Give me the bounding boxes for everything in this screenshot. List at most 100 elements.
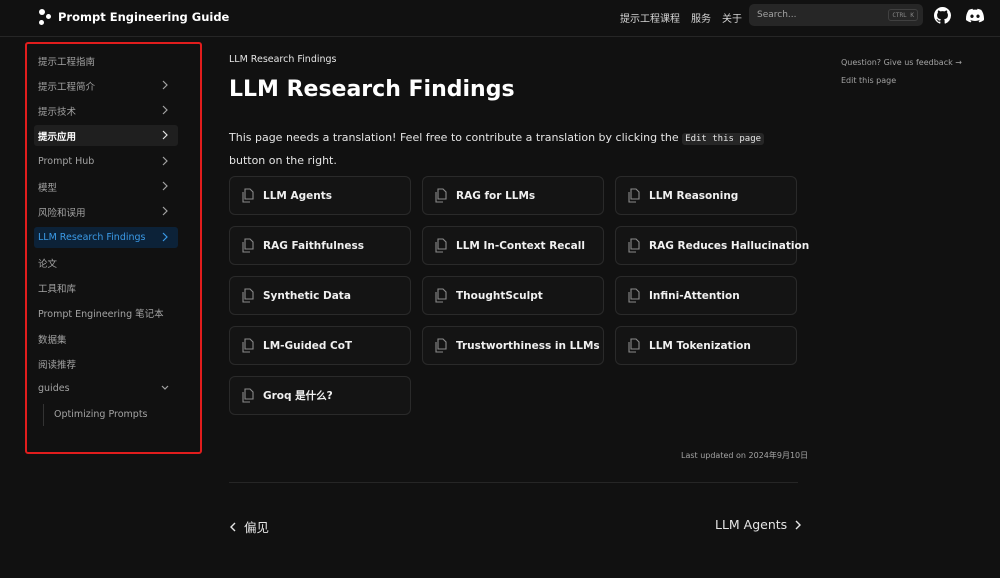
chevron-right-icon — [162, 232, 168, 242]
logo-icon — [38, 7, 52, 27]
card-link[interactable]: Groq 是什么? — [229, 376, 411, 415]
card-link[interactable]: LLM Agents — [229, 176, 411, 215]
chevron-right-icon — [162, 80, 168, 90]
document-icon — [628, 288, 640, 303]
sub-nav-divider — [43, 404, 44, 426]
document-icon — [242, 238, 254, 253]
sidebar-item-label: LLM Research Findings — [38, 232, 146, 243]
document-icon — [628, 338, 640, 353]
card-label: Trustworthiness in LLMs — [456, 339, 600, 352]
sidebar-item-label: 论文 — [38, 258, 58, 270]
card-label: ThoughtSculpt — [456, 289, 543, 302]
card-link[interactable]: RAG for LLMs — [422, 176, 604, 215]
notice-code: Edit this page — [682, 133, 765, 145]
discord-icon[interactable] — [966, 8, 984, 23]
sidebar-item-label: 风险和误用 — [38, 207, 86, 219]
last-updated: Last updated on 2024年9月10日 — [681, 451, 809, 460]
document-icon — [628, 188, 640, 203]
nav-link-services[interactable]: 服务 — [691, 10, 711, 25]
top-navbar: Prompt Engineering Guide 提示工程课程 服务 关于 Se… — [0, 0, 1000, 37]
card-link[interactable]: LLM In-Context Recall — [422, 226, 604, 265]
sidebar-item-notebooks[interactable]: Prompt Engineering 笔记本 — [34, 302, 178, 323]
search-input[interactable]: Search... CTRL K — [749, 4, 923, 26]
card-label: Synthetic Data — [263, 289, 351, 302]
sidebar-item-label: 提示工程简介 — [38, 81, 96, 93]
card-link[interactable]: ThoughtSculpt — [422, 276, 604, 315]
sidebar-item-papers[interactable]: 论文 — [34, 252, 178, 273]
card-link[interactable]: Trustworthiness in LLMs — [422, 326, 604, 365]
sidebar-item-intro[interactable]: 提示工程简介 — [34, 75, 178, 96]
sidebar-nav: 提示工程指南 提示工程简介 提示技术 提示应用 Prompt Hub 模型 风险… — [25, 42, 202, 454]
search-shortcut-badge: CTRL K — [888, 9, 918, 21]
document-icon — [435, 288, 447, 303]
document-icon — [242, 338, 254, 353]
sidebar-item-tools[interactable]: 工具和库 — [34, 277, 178, 298]
logo-text: Prompt Engineering Guide — [58, 10, 230, 24]
breadcrumb: LLM Research Findings — [229, 54, 337, 65]
sidebar-item-readings[interactable]: 阅读推荐 — [34, 353, 178, 374]
card-label: RAG Faithfulness — [263, 239, 364, 252]
sidebar-item-label: 工具和库 — [38, 283, 77, 295]
page-title: LLM Research Findings — [229, 77, 515, 102]
search-placeholder: Search... — [757, 10, 797, 20]
sidebar-item-label: 阅读推荐 — [38, 359, 77, 371]
sidebar-item-label: Optimizing Prompts — [54, 409, 148, 420]
sidebar-item-models[interactable]: 模型 — [34, 176, 178, 197]
toc-panel: Question? Give us feedback → Edit this p… — [841, 54, 962, 90]
document-icon — [628, 238, 640, 253]
card-link[interactable]: RAG Faithfulness — [229, 226, 411, 265]
card-label: LLM Agents — [263, 189, 332, 202]
card-label: RAG Reduces Hallucination — [649, 239, 810, 252]
chevron-right-icon — [162, 105, 168, 115]
notice-text: button on the right. — [229, 154, 337, 167]
chevron-down-icon — [161, 385, 169, 390]
nav-link-course[interactable]: 提示工程课程 — [620, 10, 680, 25]
document-icon — [242, 388, 254, 403]
sidebar-item-applications[interactable]: 提示应用 — [34, 125, 178, 146]
prev-page-link[interactable]: 偏见 — [229, 517, 269, 536]
card-link[interactable]: LLM Tokenization — [615, 326, 797, 365]
sidebar-item-prompt-hub[interactable]: Prompt Hub — [34, 151, 178, 172]
chevron-right-icon — [162, 156, 168, 166]
sidebar-item-label: 提示技术 — [38, 106, 77, 118]
sidebar-item-label: 数据集 — [38, 334, 67, 346]
github-icon[interactable] — [934, 7, 951, 24]
chevron-right-icon — [162, 181, 168, 191]
document-icon — [242, 288, 254, 303]
card-label: LM-Guided CoT — [263, 339, 353, 352]
edit-page-link[interactable]: Edit this page — [841, 72, 962, 90]
document-icon — [435, 338, 447, 353]
sidebar-item-guide[interactable]: 提示工程指南 — [34, 50, 178, 71]
sidebar-item-research-findings[interactable]: LLM Research Findings — [34, 227, 178, 248]
document-icon — [242, 188, 254, 203]
sidebar-item-risks[interactable]: 风险和误用 — [34, 201, 178, 222]
card-link[interactable]: LM-Guided CoT — [229, 326, 411, 365]
sidebar-item-label: Prompt Engineering 笔记本 — [38, 308, 164, 320]
card-link[interactable]: LLM Reasoning — [615, 176, 797, 215]
feedback-link[interactable]: Question? Give us feedback → — [841, 54, 962, 72]
chevron-right-icon — [795, 520, 802, 529]
card-link[interactable]: Infini-Attention — [615, 276, 797, 315]
prev-page-label: 偏见 — [244, 520, 270, 535]
sidebar-item-techniques[interactable]: 提示技术 — [34, 100, 178, 121]
translation-notice: This page needs a translation! Feel free… — [229, 127, 789, 171]
next-page-label: LLM Agents — [715, 517, 788, 532]
sidebar-item-label: 提示应用 — [38, 131, 77, 143]
sidebar-item-label: Prompt Hub — [38, 156, 95, 167]
card-link[interactable]: RAG Reduces Hallucination — [615, 226, 809, 265]
card-label: LLM In-Context Recall — [456, 239, 585, 252]
next-page-link[interactable]: LLM Agents — [715, 517, 802, 532]
logo-link[interactable]: Prompt Engineering Guide — [38, 7, 229, 27]
sidebar-item-label: 模型 — [38, 182, 58, 194]
chevron-right-icon — [162, 130, 168, 140]
sidebar-item-datasets[interactable]: 数据集 — [34, 328, 178, 349]
card-label: LLM Tokenization — [649, 339, 751, 352]
sidebar-item-guides[interactable]: guides — [34, 378, 178, 399]
card-label: Groq 是什么? — [263, 390, 333, 402]
document-icon — [435, 238, 447, 253]
sidebar-subitem-optimizing-prompts[interactable]: Optimizing Prompts — [50, 404, 178, 425]
card-link[interactable]: Synthetic Data — [229, 276, 411, 315]
notice-text: This page needs a translation! Feel free… — [229, 131, 683, 144]
nav-link-about[interactable]: 关于 — [722, 10, 742, 25]
card-label: LLM Reasoning — [649, 189, 739, 202]
